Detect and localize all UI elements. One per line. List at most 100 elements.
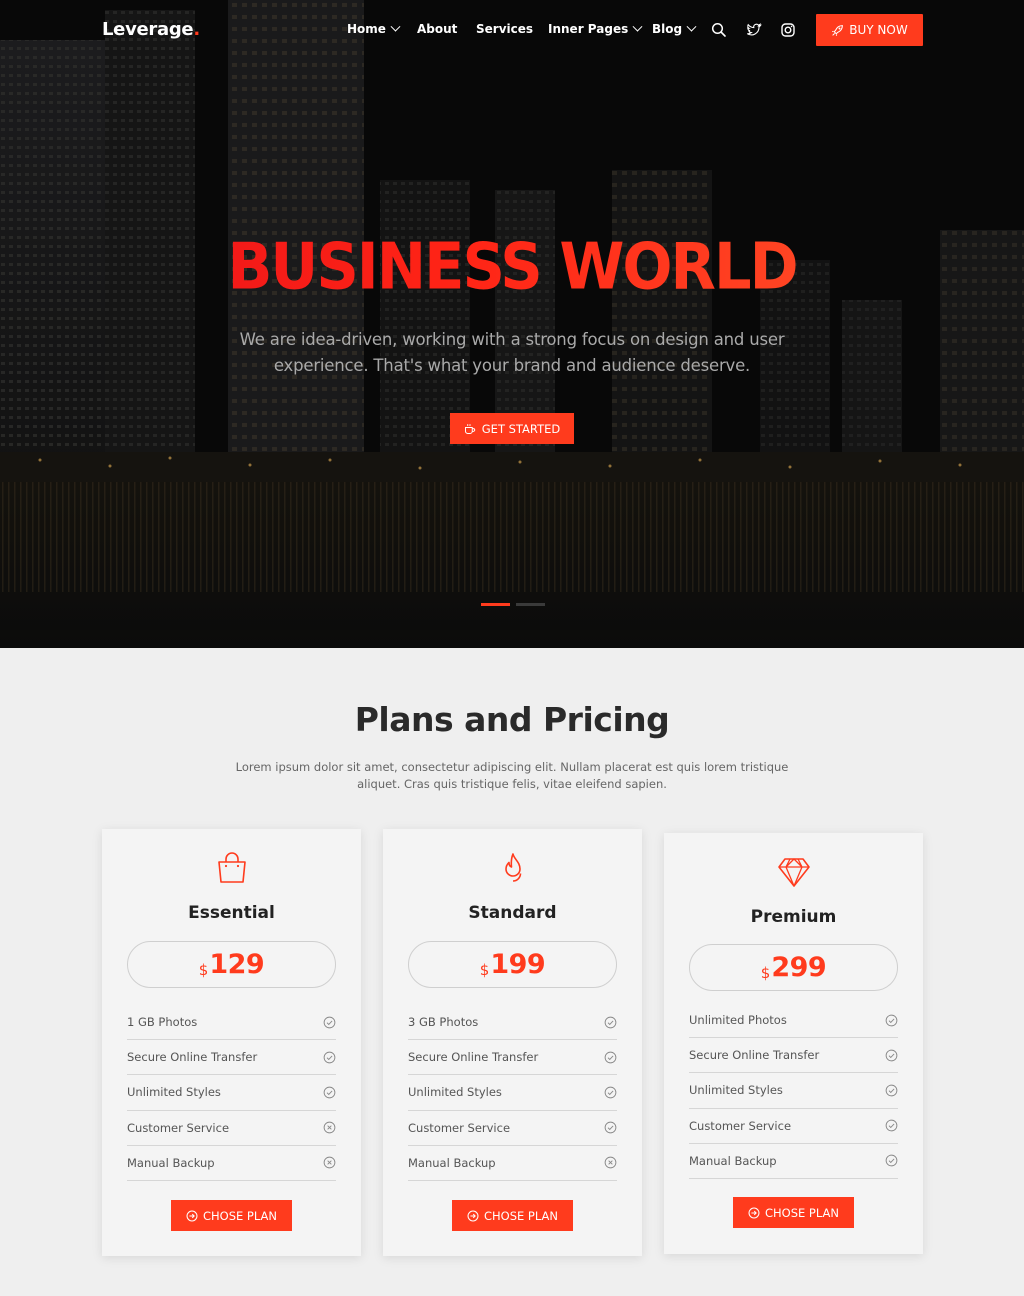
- check-circle-icon: [885, 1154, 898, 1167]
- feature-item: Manual Backup: [127, 1146, 336, 1181]
- feature-label: Manual Backup: [689, 1153, 777, 1168]
- feature-label: Manual Backup: [408, 1155, 496, 1170]
- feature-label: Customer Service: [127, 1120, 230, 1135]
- feature-item: 3 GB Photos: [408, 1005, 617, 1041]
- feature-item: Secure Online Transfer: [408, 1040, 617, 1076]
- chose-plan-button[interactable]: CHOSE PLAN: [171, 1200, 292, 1231]
- arrow-circle-right-icon: [186, 1210, 198, 1221]
- price-pill: $ 129: [127, 941, 336, 988]
- chevron-down-icon: [632, 21, 643, 32]
- chose-plan-label: CHOSE PLAN: [483, 1208, 559, 1223]
- feature-item: Unlimited Photos: [689, 1003, 898, 1039]
- x-circle-icon: [604, 1156, 617, 1169]
- check-circle-icon: [885, 1084, 898, 1097]
- fire-icon: [505, 853, 522, 882]
- feature-item: Manual Backup: [408, 1146, 617, 1181]
- pricing-card-essential: Essential $ 129 1 GB Photos Secure Onlin…: [102, 829, 361, 1256]
- nav-item-inner-pages-label: Inner Pages: [548, 22, 629, 36]
- plan-name: Essential: [188, 903, 275, 923]
- brand-dot: .: [193, 19, 200, 40]
- price-currency: $: [760, 963, 771, 982]
- get-started-button[interactable]: GET STARTED: [450, 413, 574, 444]
- x-circle-icon: [323, 1121, 336, 1134]
- chose-plan-label: CHOSE PLAN: [764, 1205, 840, 1220]
- nav-item-blog-label: Blog: [652, 22, 683, 36]
- check-circle-icon: [323, 1086, 336, 1099]
- feature-item: Customer Service: [408, 1111, 617, 1146]
- hero-title: BUSINESS WORLD: [0, 229, 1024, 304]
- feature-item: Manual Backup: [689, 1144, 898, 1179]
- feature-label: 3 GB Photos: [408, 1015, 479, 1030]
- check-circle-icon: [604, 1051, 617, 1064]
- feature-list: 1 GB Photos Secure Online Transfer Unlim…: [127, 1005, 336, 1181]
- brand-name: Leverage: [102, 19, 194, 40]
- feature-item: Unlimited Styles: [127, 1075, 336, 1111]
- shopping-bag-icon: [218, 852, 246, 883]
- nav-item-services[interactable]: Services: [476, 22, 533, 36]
- feature-label: Unlimited Styles: [408, 1085, 502, 1100]
- pricing-description: Lorem ipsum dolor sit amet, consectetur …: [235, 760, 789, 791]
- chevron-down-icon: [390, 21, 401, 32]
- feature-item: Secure Online Transfer: [689, 1038, 898, 1074]
- feature-label: Secure Online Transfer: [408, 1050, 539, 1065]
- plan-name: Premium: [750, 907, 837, 927]
- nav-item-about-label: About: [417, 22, 458, 36]
- brand-logo[interactable]: Leverage.: [102, 19, 200, 40]
- price-currency: $: [198, 960, 209, 979]
- feature-item: Unlimited Styles: [408, 1075, 617, 1111]
- instagram-icon[interactable]: [780, 22, 796, 38]
- feature-item: Secure Online Transfer: [127, 1040, 336, 1076]
- price-pill: $ 199: [408, 941, 617, 988]
- feature-label: Customer Service: [408, 1120, 511, 1135]
- nav-item-home-label: Home: [347, 22, 386, 36]
- hero-subtitle: We are idea-driven, working with a stron…: [239, 330, 785, 375]
- nav-item-home[interactable]: Home: [347, 21, 401, 36]
- buy-now-button[interactable]: BUY NOW: [816, 14, 923, 46]
- feature-label: Unlimited Photos: [689, 1013, 787, 1028]
- chose-plan-button[interactable]: CHOSE PLAN: [733, 1197, 854, 1228]
- feature-label: Secure Online Transfer: [127, 1050, 258, 1065]
- arrow-circle-right-icon: [748, 1207, 760, 1218]
- price-pill: $ 299: [689, 944, 898, 991]
- chose-plan-button[interactable]: CHOSE PLAN: [452, 1200, 573, 1231]
- slider-dot-1[interactable]: [481, 603, 510, 606]
- arrow-circle-right-icon: [467, 1210, 479, 1221]
- check-circle-icon: [604, 1086, 617, 1099]
- feature-label: Unlimited Styles: [689, 1083, 783, 1098]
- check-circle-icon: [604, 1121, 617, 1134]
- get-started-label: GET STARTED: [481, 421, 561, 436]
- rocket-icon: [832, 24, 844, 36]
- feature-label: Manual Backup: [127, 1155, 215, 1170]
- hero-section: Leverage. Home About Services Inner Page…: [0, 0, 1024, 648]
- check-circle-icon: [323, 1016, 336, 1028]
- buy-now-label: BUY NOW: [849, 23, 908, 37]
- nav-item-inner-pages[interactable]: Inner Pages: [548, 21, 643, 36]
- feature-label: Secure Online Transfer: [689, 1048, 820, 1063]
- price-currency: $: [479, 960, 490, 979]
- slider-pagination: [481, 603, 545, 606]
- chose-plan-label: CHOSE PLAN: [202, 1208, 278, 1223]
- chevron-down-icon: [686, 21, 697, 32]
- check-circle-icon: [885, 1049, 898, 1062]
- price-amount: 199: [490, 949, 546, 980]
- twitter-icon[interactable]: [746, 22, 762, 38]
- feature-list: 3 GB Photos Secure Online Transfer Unlim…: [408, 1005, 617, 1181]
- nav-item-services-label: Services: [476, 22, 534, 36]
- pricing-card-standard: Standard $ 199 3 GB Photos Secure Online…: [383, 829, 642, 1256]
- pricing-title: Plans and Pricing: [354, 700, 670, 739]
- search-icon[interactable]: [711, 22, 727, 38]
- diamond-icon: [778, 858, 810, 887]
- nav-item-about[interactable]: About: [417, 22, 457, 36]
- coffee-cup-icon: [464, 423, 475, 434]
- feature-item: Unlimited Styles: [689, 1073, 898, 1109]
- feature-item: Customer Service: [689, 1109, 898, 1144]
- check-circle-icon: [604, 1016, 617, 1028]
- feature-label: Unlimited Styles: [127, 1085, 221, 1100]
- feature-item: 1 GB Photos: [127, 1005, 336, 1041]
- slider-dot-2[interactable]: [516, 603, 545, 606]
- feature-label: Customer Service: [689, 1118, 792, 1133]
- feature-list: Unlimited Photos Secure Online Transfer …: [689, 1003, 898, 1179]
- nav-item-blog[interactable]: Blog: [652, 21, 697, 36]
- feature-label: 1 GB Photos: [127, 1015, 198, 1030]
- city-skyline-background: [0, 0, 1024, 648]
